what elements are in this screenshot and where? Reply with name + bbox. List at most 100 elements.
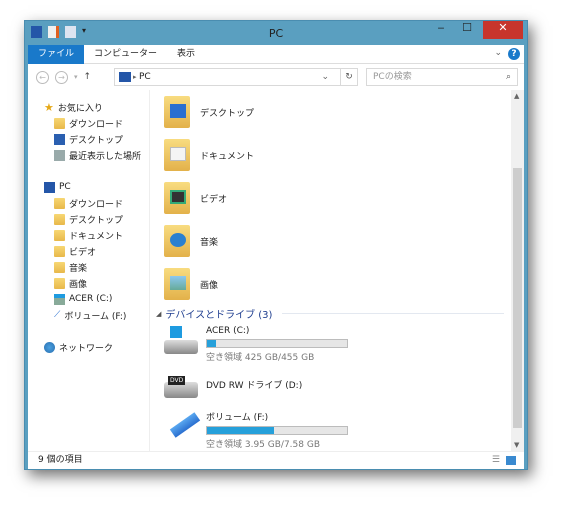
large-icons-view-icon[interactable] <box>506 456 516 465</box>
details-view-icon[interactable]: ☰ <box>492 452 500 469</box>
drive-item-f[interactable]: ボリューム (F:) 空き領域 3.95 GB/7.58 GB <box>164 410 348 450</box>
sidebar-item-drive-f[interactable]: ⟋ ボリューム (F:) <box>54 308 126 322</box>
close-button[interactable]: ✕ <box>483 21 523 39</box>
dvd-drive-icon: DVD <box>164 370 198 400</box>
sidebar-label: デスクトップ <box>69 215 124 226</box>
navigation-pane: ★ お気に入り ダウンロード デスクトップ 最近表示した場所 PC ダウンロード … <box>28 90 150 451</box>
desktop-folder-icon <box>54 213 65 225</box>
drive-item-c[interactable]: ACER (C:) 空き領域 425 GB/455 GB <box>164 326 348 363</box>
sidebar-label: ドキュメント <box>69 231 124 242</box>
hard-drive-icon <box>54 293 65 305</box>
pc-icon <box>44 181 55 193</box>
sidebar-label: ダウンロード <box>69 199 124 210</box>
status-bar: 9 個の項目 ☰ <box>28 451 524 469</box>
usage-bar <box>206 339 348 348</box>
vertical-scrollbar[interactable]: ▲ ▼ <box>511 90 524 451</box>
sidebar-item-downloads[interactable]: ダウンロード <box>54 196 123 210</box>
breadcrumb-separator-icon: ▸ <box>133 73 137 81</box>
folder-name: 音楽 <box>200 237 219 248</box>
scroll-down-icon[interactable]: ▼ <box>514 441 519 449</box>
sidebar-favorites[interactable]: ★ お気に入り <box>44 100 103 114</box>
videos-folder-icon <box>54 245 65 257</box>
desktop-icon <box>54 133 65 145</box>
sidebar-label: ネットワーク <box>59 343 114 354</box>
folder-item-pictures[interactable]: 画像 <box>164 264 218 304</box>
folder-item-videos[interactable]: ビデオ <box>164 178 227 218</box>
recent-places-icon <box>54 149 65 161</box>
address-dropdown-icon[interactable]: ⌄ <box>321 69 329 85</box>
sidebar-label: 最近表示した場所 <box>69 151 142 162</box>
back-button[interactable]: ← <box>36 70 49 84</box>
folder-item-desktop[interactable]: デスクトップ <box>164 92 254 132</box>
sidebar-label: ダウンロード <box>69 119 124 130</box>
tab-computer[interactable]: コンピューター <box>84 45 167 64</box>
free-space: 空き領域 425 GB/455 GB <box>206 353 315 363</box>
sidebar-item-recent[interactable]: 最近表示した場所 <box>54 148 141 162</box>
up-button[interactable]: ↑ <box>84 72 92 82</box>
sidebar-item-pictures[interactable]: 画像 <box>54 276 87 290</box>
documents-folder-icon <box>54 229 65 241</box>
search-icon: ⌕ <box>505 72 511 82</box>
scrollbar-thumb[interactable] <box>513 168 522 428</box>
music-folder-icon <box>54 261 65 273</box>
window-title: PC <box>268 27 284 40</box>
devices-section-header[interactable]: ◢ デバイスとドライブ (3) <box>156 306 504 321</box>
sidebar-label: PC <box>59 182 71 192</box>
search-input[interactable]: PCの検索 ⌕ <box>366 68 518 86</box>
sidebar-item-documents[interactable]: ドキュメント <box>54 228 123 242</box>
star-icon: ★ <box>44 100 54 114</box>
explorer-window: ▾ PC ‒ ☐ ✕ ファイル コンピューター 表示 ⌄ ? ← → ▾ ↑ ▸… <box>24 20 528 470</box>
sidebar-item-desktop-fav[interactable]: デスクトップ <box>54 132 123 146</box>
network-icon <box>44 341 55 353</box>
sidebar-label: ビデオ <box>69 247 97 258</box>
sidebar-item-videos[interactable]: ビデオ <box>54 244 96 258</box>
navigation-bar: ← → ▾ ↑ ▸ PC ⌄ ↻ PCの検索 ⌕ <box>28 64 524 90</box>
sidebar-label: ボリューム (F:) <box>64 311 127 322</box>
content-area: ★ お気に入り ダウンロード デスクトップ 最近表示した場所 PC ダウンロード … <box>28 90 524 451</box>
expand-ribbon-icon[interactable]: ⌄ <box>494 48 502 58</box>
folder-name: ビデオ <box>200 194 228 205</box>
file-list: デスクトップ ドキュメント ビデオ 音楽 画像 ◢ デバイスとドライブ (3) A… <box>152 90 510 451</box>
usb-drive-icon: ⟋ <box>54 310 61 320</box>
sidebar-item-music[interactable]: 音楽 <box>54 260 87 274</box>
sidebar-item-desktop[interactable]: デスクトップ <box>54 212 123 226</box>
section-title: デバイスとドライブ (3) <box>165 310 273 321</box>
help-icon[interactable]: ? <box>508 48 520 60</box>
refresh-button[interactable]: ↻ <box>340 68 358 86</box>
sidebar-pc[interactable]: PC <box>44 180 71 194</box>
usage-fill <box>207 340 217 347</box>
drive-item-d[interactable]: DVD DVD RW ドライブ (D:) <box>164 370 302 400</box>
collapse-icon[interactable]: ◢ <box>156 310 161 318</box>
usage-fill <box>207 427 275 434</box>
downloads-folder-icon <box>54 117 65 129</box>
usb-drive-icon <box>164 410 201 440</box>
hard-drive-icon <box>164 326 198 356</box>
minimize-button[interactable]: ‒ <box>431 21 451 39</box>
sidebar-label: デスクトップ <box>69 135 124 146</box>
sidebar-label: 音楽 <box>69 263 88 274</box>
usage-bar <box>206 426 348 435</box>
folder-item-documents[interactable]: ドキュメント <box>164 135 254 175</box>
recent-dropdown-icon[interactable]: ▾ <box>74 73 78 81</box>
downloads-folder-icon <box>54 197 65 209</box>
tab-view[interactable]: 表示 <box>167 45 205 64</box>
ribbon-tabs: ファイル コンピューター 表示 ⌄ ? <box>28 44 524 64</box>
sidebar-label: ACER (C:) <box>69 294 113 304</box>
maximize-button[interactable]: ☐ <box>455 21 479 39</box>
folder-item-music[interactable]: 音楽 <box>164 221 218 261</box>
search-placeholder: PCの検索 <box>373 72 412 82</box>
sidebar-item-drive-c[interactable]: ACER (C:) <box>54 292 112 306</box>
title-bar: ▾ PC ‒ ☐ ✕ <box>25 21 527 45</box>
scroll-up-icon[interactable]: ▲ <box>514 92 519 100</box>
folder-name: 画像 <box>200 280 219 291</box>
item-count: 9 個の項目 <box>38 455 83 465</box>
music-folder-icon <box>164 225 190 257</box>
address-bar[interactable]: ▸ PC ⌄ <box>114 68 358 86</box>
forward-button[interactable]: → <box>55 70 68 84</box>
documents-folder-icon <box>164 139 190 171</box>
sidebar-network[interactable]: ネットワーク <box>44 340 113 354</box>
sidebar-item-downloads-fav[interactable]: ダウンロード <box>54 116 123 130</box>
tab-file[interactable]: ファイル <box>28 44 85 64</box>
drive-name: DVD RW ドライブ (D:) <box>206 381 303 391</box>
pictures-folder-icon <box>164 268 190 300</box>
